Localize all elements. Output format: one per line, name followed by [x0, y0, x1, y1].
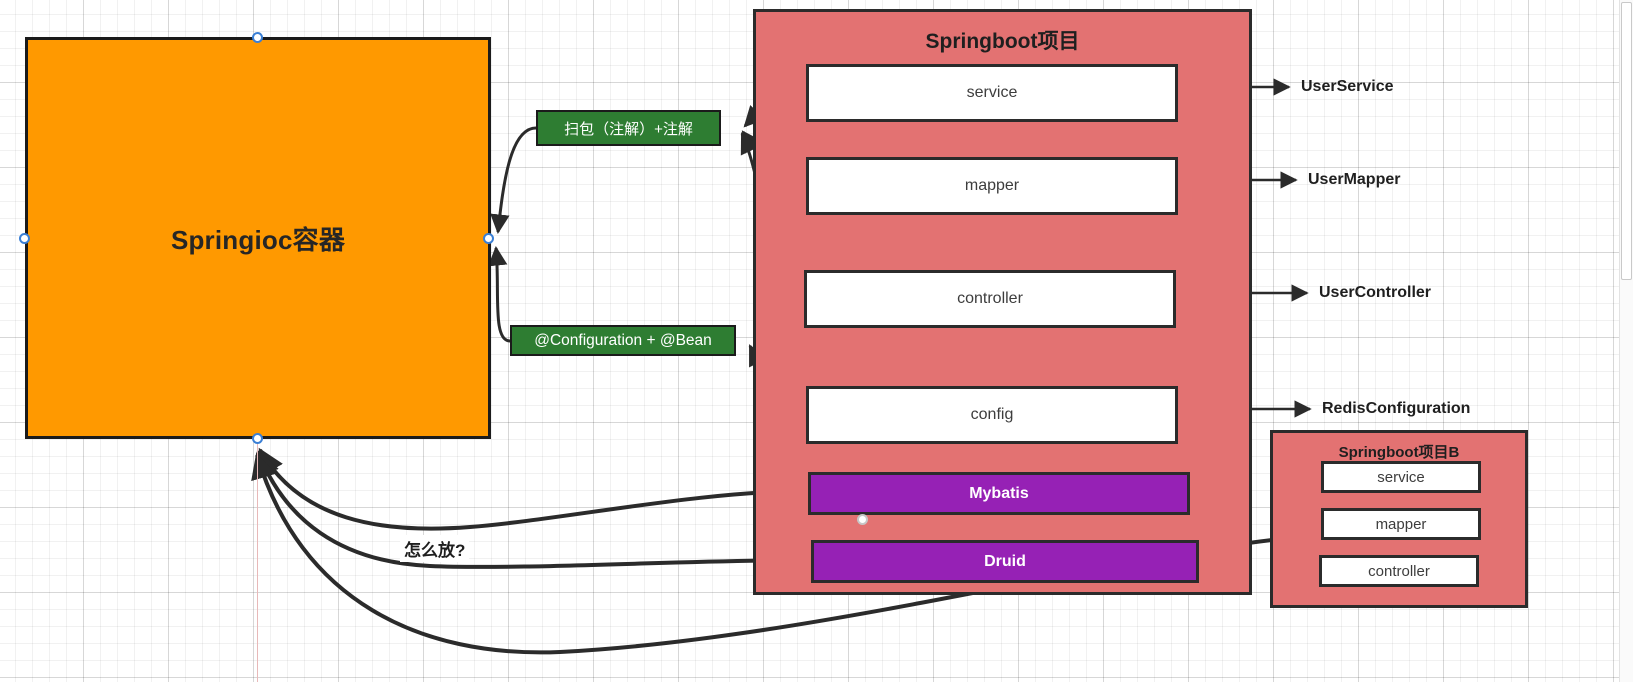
- resize-handle-top[interactable]: [252, 32, 263, 43]
- card-service-label: service: [966, 84, 1018, 101]
- configuration-bean-annotation-label: @Configuration + @Bean: [534, 331, 712, 349]
- scan-annotation-label: 扫包（注解）+注解: [564, 120, 693, 138]
- card-mapper[interactable]: mapper: [806, 157, 1178, 215]
- card-config-label: config: [970, 406, 1014, 423]
- output-label-redisconfiguration: RedisConfiguration: [1322, 400, 1471, 417]
- card-b-mapper[interactable]: mapper: [1321, 508, 1481, 540]
- card-b-controller-label: controller: [1368, 562, 1430, 580]
- output-label-usercontroller: UserController: [1319, 284, 1432, 301]
- output-label-usermapper: UserMapper: [1308, 171, 1401, 188]
- card-druid[interactable]: Druid: [811, 540, 1199, 583]
- springboot-project-b-title: Springboot项目B: [1338, 444, 1460, 461]
- configuration-bean-annotation-node[interactable]: @Configuration + @Bean: [510, 325, 736, 356]
- resize-handle-left[interactable]: [19, 233, 30, 244]
- card-mapper-label: mapper: [964, 177, 1020, 194]
- output-label-userservice: UserService: [1301, 78, 1394, 95]
- card-mybatis[interactable]: Mybatis: [808, 472, 1190, 515]
- card-mybatis-label: Mybatis: [969, 484, 1029, 502]
- springboot-project-title: Springboot项目: [925, 30, 1080, 53]
- edge-mybatis-to-ioc: [258, 447, 807, 531]
- edge-label-how-to-place: 怎么放?: [400, 535, 470, 562]
- card-controller-label: controller: [957, 290, 1023, 307]
- card-druid-label: Druid: [984, 552, 1026, 570]
- card-b-service[interactable]: service: [1321, 461, 1481, 493]
- resize-handle-right[interactable]: [483, 233, 494, 244]
- vertical-scrollbar-thumb[interactable]: [1621, 2, 1632, 280]
- edge-midpoint-handle[interactable]: [857, 514, 868, 525]
- alignment-guide-line: [257, 439, 258, 682]
- scan-annotation-node[interactable]: 扫包（注解）+注解: [536, 110, 721, 146]
- edge-druid-to-ioc: [254, 449, 812, 569]
- edge-configbean-to-ioc: [487, 246, 511, 343]
- card-b-service-label: service: [1377, 468, 1425, 486]
- card-config[interactable]: config: [806, 386, 1178, 444]
- card-service[interactable]: service: [806, 64, 1178, 122]
- diagram-canvas[interactable]: Springioc容器 扫包（注解）+注解 @Configuration + @…: [0, 0, 1633, 682]
- card-b-mapper-label: mapper: [1375, 515, 1427, 533]
- edge-scan-to-ioc: [490, 126, 537, 234]
- springioc-container-node[interactable]: Springioc容器: [25, 37, 491, 439]
- springboot-project-container[interactable]: Springboot项目 service mapper controller c…: [753, 9, 1252, 595]
- springboot-project-b-container[interactable]: Springboot项目B service mapper controller: [1270, 430, 1528, 608]
- resize-handle-bottom[interactable]: [252, 433, 263, 444]
- card-controller[interactable]: controller: [804, 270, 1176, 328]
- springioc-container-label: Springioc容器: [170, 224, 346, 255]
- card-b-controller[interactable]: controller: [1319, 555, 1479, 587]
- vertical-scrollbar[interactable]: [1619, 0, 1633, 682]
